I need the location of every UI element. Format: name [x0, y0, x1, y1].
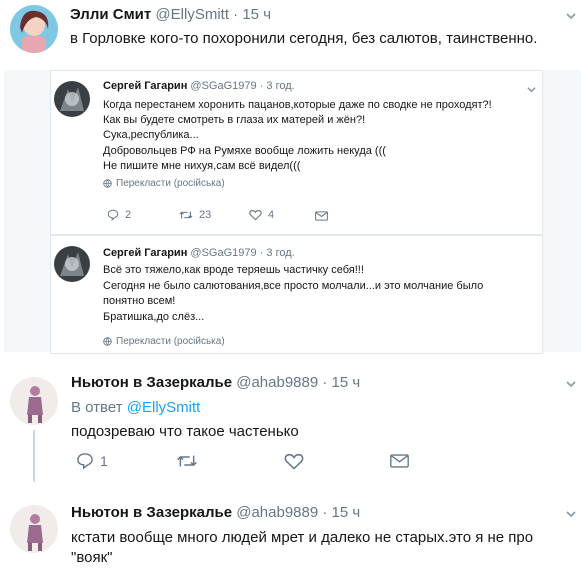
tweet-body: Всё это тяжело,как вроде теряешь частичк…: [103, 263, 483, 325]
reply-to-handle[interactable]: @EllySmitt: [127, 399, 201, 416]
quoted-tweet-card[interactable]: Сергей Гагарин @SGaG1979 · 3 год. Всё эт…: [50, 235, 543, 354]
author-handle[interactable]: @SGaG1979: [190, 80, 256, 92]
separator-dot: ·: [322, 374, 328, 391]
avatar-elly[interactable]: [10, 5, 58, 53]
like-count: 4: [268, 209, 275, 221]
author-name[interactable]: Сергей Гагарин: [103, 80, 187, 92]
message-icon[interactable]: [390, 454, 409, 468]
timestamp[interactable]: 3 год.: [266, 247, 294, 259]
tweet-line: Как вы будете смотреть в глаза их матере…: [103, 114, 366, 127]
reply-action[interactable]: 2: [107, 209, 131, 221]
separator-dot: ·: [322, 504, 328, 521]
chevron-down-icon[interactable]: [566, 379, 576, 389]
avatar-sergey[interactable]: [54, 81, 90, 117]
like-action[interactable]: 4: [249, 209, 274, 221]
author-handle[interactable]: @ahab9889: [236, 504, 318, 521]
tweet-line: Сука,республика...: [103, 129, 199, 142]
tweet-line: Всё это тяжело,как вроде теряешь частичк…: [103, 264, 364, 276]
retweet-icon[interactable]: [176, 453, 198, 469]
author-name[interactable]: Ньютон в Зазеркалье: [71, 374, 232, 391]
heart-icon: [249, 209, 262, 221]
embedded-screenshot: Сергей Гагарин @SGaG1979 · 3 год. Когда …: [4, 70, 581, 354]
chevron-down-icon[interactable]: [566, 509, 576, 519]
author-name[interactable]: Элли Смит: [70, 6, 151, 23]
globe-icon: [103, 179, 112, 188]
author-handle[interactable]: @SGaG1979: [190, 247, 256, 259]
tweet-line: Когда перестанем хоронить пацанов,которы…: [103, 99, 492, 111]
tweet-line: Добровольцев РФ на Румяхе вообще ложить …: [103, 144, 386, 157]
separator-dot: ·: [259, 247, 264, 259]
tweet-line: Не пишите мне нихуя,сам всё видел(((: [103, 159, 301, 172]
quoted-tweet-card[interactable]: Сергей Гагарин @SGaG1979 · 3 год. Когда …: [50, 70, 543, 235]
translate-link[interactable]: Перекласти (російська): [103, 336, 225, 347]
avatar-sergey[interactable]: [54, 246, 90, 282]
reply-to-label: В ответ: [71, 399, 123, 416]
tweet-text: подозреваю что такое частенько: [71, 423, 299, 440]
author-handle[interactable]: @ahab9889: [236, 374, 318, 391]
chevron-down-icon[interactable]: [527, 85, 536, 94]
retweet-icon: [179, 211, 193, 219]
tweet-text: в Горловке кого-то похоронили сегодня, б…: [70, 30, 538, 47]
tweet-line: "вояк": [71, 549, 113, 566]
message-icon[interactable]: [315, 211, 328, 221]
tweet-line: понятно всем!: [103, 295, 176, 308]
retweet-action[interactable]: 23: [179, 209, 211, 221]
translate-label: Перекласти (російська): [116, 336, 225, 347]
translate-link[interactable]: Перекласти (російська): [103, 178, 225, 189]
separator-dot: ·: [233, 6, 239, 23]
globe-icon: [103, 337, 112, 346]
heart-icon[interactable]: [284, 453, 304, 470]
thread-line: [33, 430, 35, 482]
reply-count: 1: [100, 453, 108, 469]
timestamp[interactable]: 15 ч: [332, 374, 361, 391]
reply-icon: [107, 209, 119, 221]
tweet-text: кстати вообще много людей мрет и далеко …: [71, 528, 533, 568]
reply-action[interactable]: 1: [76, 452, 108, 470]
author-name[interactable]: Ньютон в Зазеркалье: [71, 504, 232, 521]
tweet-line: кстати вообще много людей мрет и далеко …: [71, 529, 534, 546]
author-name[interactable]: Сергей Гагарин: [103, 247, 187, 259]
tweet-body: Когда перестанем хоронить пацанов,которы…: [103, 98, 492, 174]
reply-icon: [77, 453, 93, 470]
timestamp[interactable]: 15 ч: [332, 504, 361, 521]
separator-dot: ·: [259, 80, 264, 92]
timestamp[interactable]: 3 год.: [266, 80, 294, 92]
tweet-line: Братишка,до слёз...: [103, 310, 205, 323]
retweet-count: 23: [199, 209, 212, 221]
translate-label: Перекласти (російська): [116, 178, 225, 189]
avatar-newton[interactable]: [10, 377, 58, 425]
reply-count: 2: [125, 209, 132, 221]
timestamp[interactable]: 15 ч: [242, 6, 271, 23]
author-handle[interactable]: @EllySmitt: [155, 6, 229, 23]
tweet-line: Сегодня не было салютования,все просто м…: [103, 279, 484, 292]
avatar-newton[interactable]: [10, 505, 58, 553]
chevron-down-icon[interactable]: [566, 11, 576, 21]
